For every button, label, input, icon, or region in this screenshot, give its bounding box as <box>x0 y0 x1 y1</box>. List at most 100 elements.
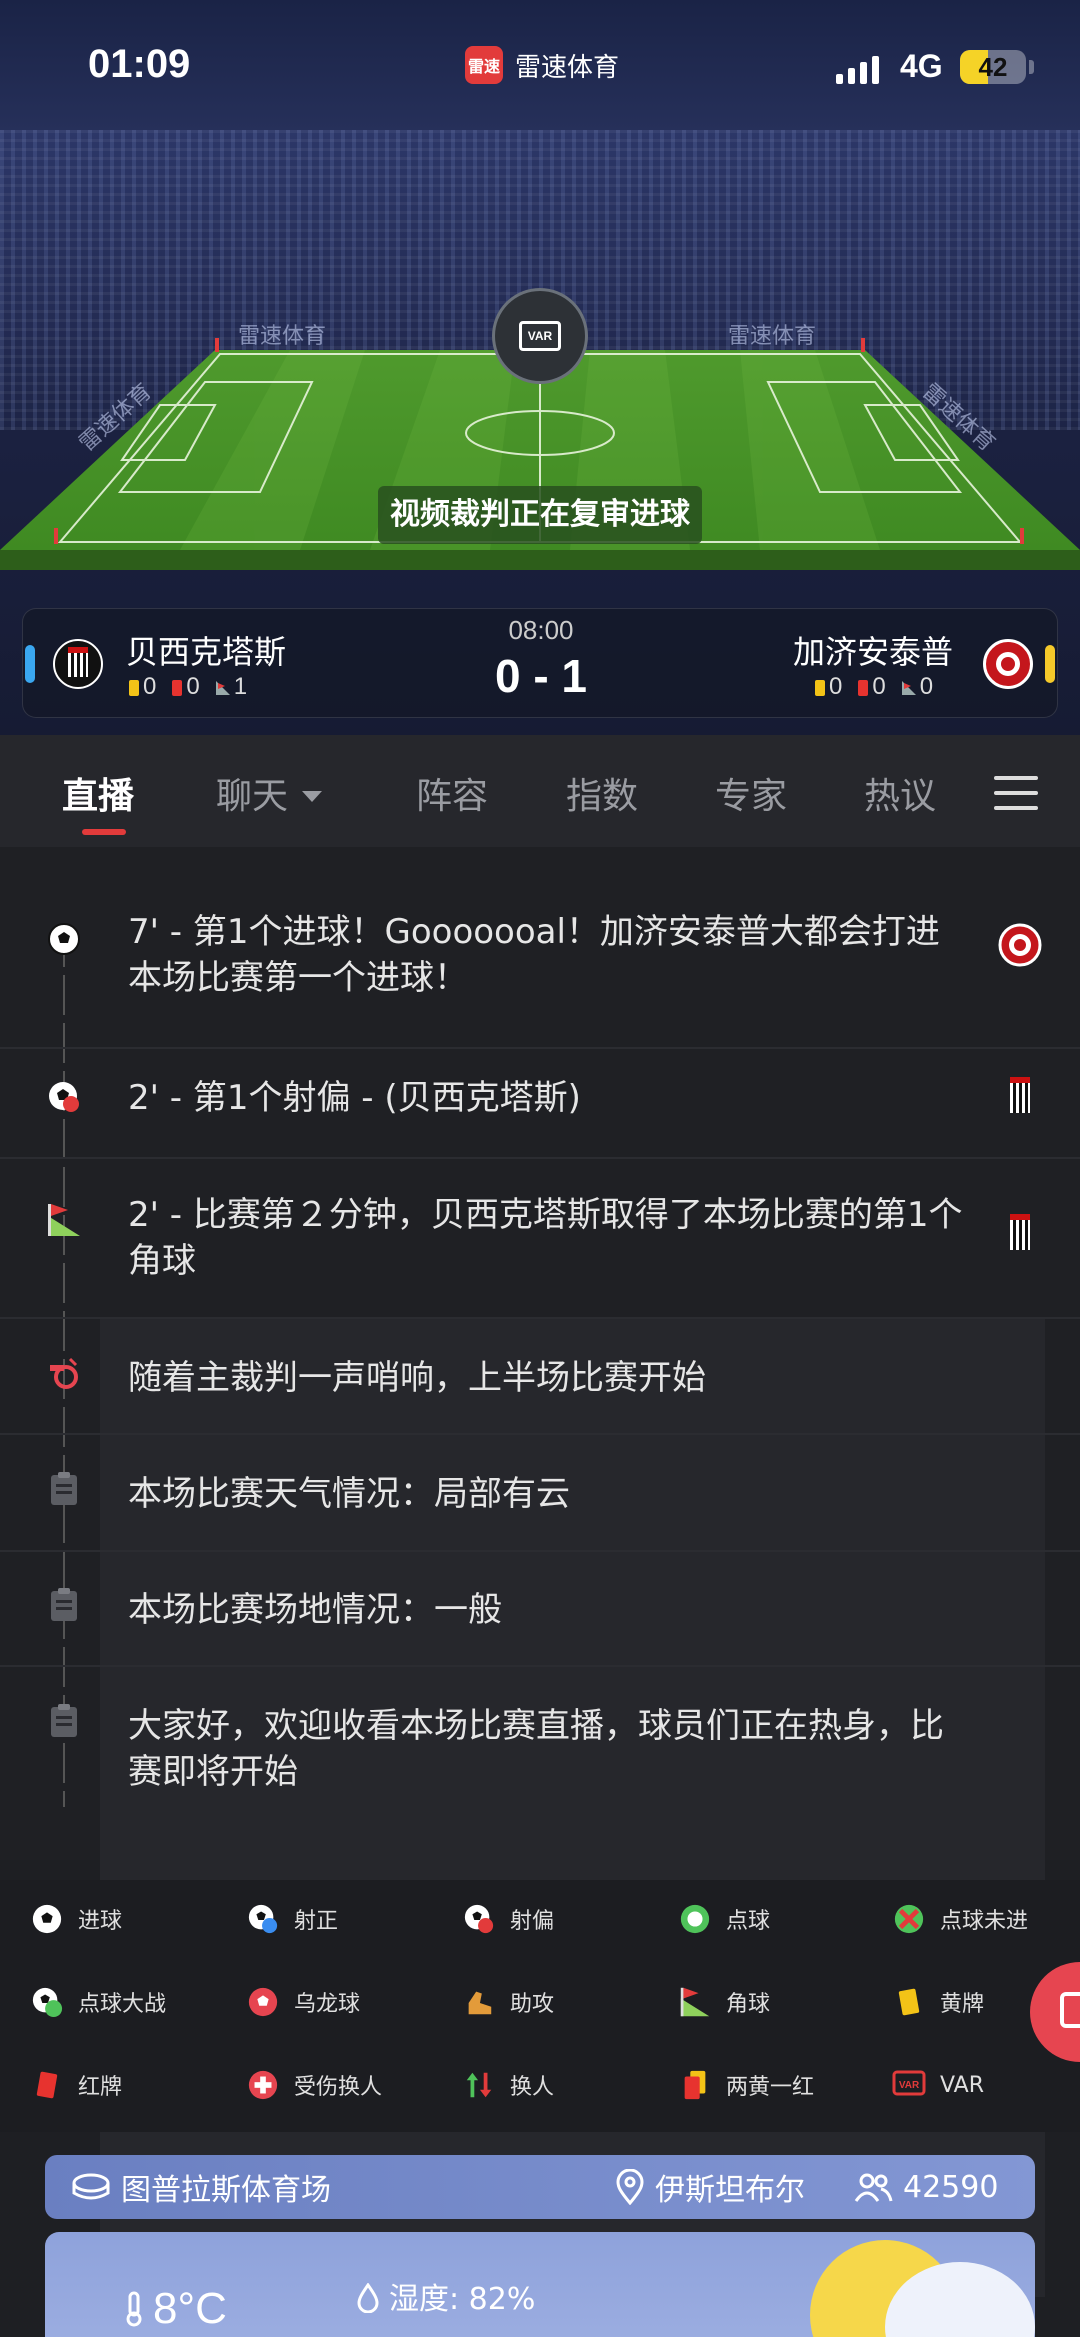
away-team-logo-icon <box>983 639 1033 689</box>
own-goal-icon <box>246 1985 280 2019</box>
injury-sub-icon <box>246 2068 280 2102</box>
people-icon <box>854 2173 893 2202</box>
red-card-icon <box>30 2068 64 2102</box>
legend-item: 射正 <box>246 1902 338 1936</box>
app-logo-icon: 雷速 <box>465 46 503 84</box>
feed-item-text: 本场比赛场地情况：一般 <box>128 1590 502 1630</box>
event-legend: 进球 射正 射偏 点球 点球未进 点球大战 乌龙球 助攻 角球 黄牌 红牌 受伤… <box>0 1880 1080 2132</box>
scoreboard[interactable]: 贝西克塔斯 0 0 1 08:00 0 - 1 加济安泰普 0 0 0 <box>22 608 1058 718</box>
legend-label: 点球未进 <box>940 1909 1029 1934</box>
active-tab-indicator <box>82 829 126 835</box>
tab-live[interactable]: 直播 <box>62 767 134 819</box>
app-indicator: 雷速 雷速体育 <box>465 46 619 84</box>
legend-item: 受伤换人 <box>246 2068 382 2102</box>
location-pin-icon <box>616 2169 644 2205</box>
network-type: 4G <box>900 48 943 84</box>
clipboard-icon <box>44 1469 84 1509</box>
substitution-icon <box>462 2068 496 2102</box>
legend-label: 射偏 <box>510 1909 555 1934</box>
corner-flag-icon <box>44 1200 84 1240</box>
tab-experts[interactable]: 专家 <box>715 767 787 819</box>
penalty-missed-icon <box>892 1902 926 1936</box>
legend-item: 助攻 <box>462 1985 554 2019</box>
assist-boot-icon <box>462 1985 496 2019</box>
ad-board: 雷速体育 <box>728 324 817 349</box>
feed-item: 2' - 第1个射偏 - (贝西克塔斯) <box>0 1075 1080 1135</box>
home-team-logo-icon <box>998 1212 1042 1256</box>
away-yellow-count: 0 <box>815 673 842 701</box>
weather-card: 8°C 湿度: 82% <box>45 2232 1035 2337</box>
capacity: 42590 <box>903 2169 999 2205</box>
ball-icon <box>44 919 84 959</box>
divider <box>0 1665 1080 1667</box>
legend-item: 乌龙球 <box>246 1985 360 2019</box>
live-feed: 7' - 第1个进球！Gooooooal！加济安泰普大都会打进本场比赛第一个进球… <box>0 847 1080 2297</box>
feed-item-text: 大家好，欢迎收看本场比赛直播，球员们正在热身，比赛即将开始 <box>128 1706 944 1792</box>
legend-label: 助攻 <box>510 1992 555 2017</box>
tab-odds[interactable]: 指数 <box>566 767 638 819</box>
ad-board: 雷速体育 <box>238 324 327 349</box>
thermometer-icon <box>126 2291 142 2327</box>
legend-label: 乌龙球 <box>294 1992 361 2017</box>
legend-label: 进球 <box>78 1909 123 1934</box>
app-screen: { "status": {"time": "01:09", "app_name"… <box>0 0 1080 2337</box>
feed-item-text: 随着主裁判一声哨响，上半场比赛开始 <box>128 1358 706 1398</box>
stadium-icon <box>72 2173 110 2200</box>
legend-item: 点球 <box>678 1902 770 1936</box>
svg-text:VAR: VAR <box>899 2080 920 2091</box>
legend-label: VAR <box>940 2072 984 2098</box>
feed-item-text: 本场比赛天气情况：局部有云 <box>128 1474 570 1514</box>
legend-item: 点球大战 <box>30 1985 166 2019</box>
var-review-badge: VAR <box>492 288 588 384</box>
app-name: 雷速体育 <box>515 52 620 83</box>
feed-item: 7' - 第1个进球！Gooooooal！加济安泰普大都会打进本场比赛第一个进球… <box>0 909 1080 1017</box>
battery-tip <box>1029 60 1034 74</box>
divider <box>0 1047 1080 1049</box>
feed-item: 本场比赛场地情况：一般 <box>0 1581 1080 1641</box>
legend-label: 角球 <box>726 1992 771 2017</box>
humidity: 湿度: 82% <box>355 2274 535 2318</box>
legend-label: 黄牌 <box>940 1992 985 2017</box>
tab-discussion[interactable]: 热议 <box>864 767 936 819</box>
legend-item: 红牌 <box>30 2068 122 2102</box>
legend-label: 受伤换人 <box>294 2075 383 2100</box>
feed-item: 大家好，欢迎收看本场比赛直播，球员们正在热身，比赛即将开始 <box>0 1697 1080 1797</box>
away-team-logo-icon <box>998 923 1042 967</box>
home-team-logo-icon <box>998 1075 1042 1119</box>
status-bar: 01:09 雷速 雷速体育 4G 42 <box>0 0 1080 130</box>
var-icon: VAR <box>892 2068 926 2102</box>
divider <box>0 1433 1080 1435</box>
away-red-count: 0 <box>858 673 886 701</box>
legend-label: 两黄一红 <box>726 2075 815 2100</box>
chevron-down-icon <box>302 791 323 802</box>
legend-label: 射正 <box>294 1909 339 1934</box>
corner-flag-icon <box>678 1985 712 2019</box>
capacity-info: 42590 <box>853 2170 998 2205</box>
menu-icon[interactable] <box>994 776 1038 812</box>
signal-icon <box>836 54 879 84</box>
tab-lineup[interactable]: 阵容 <box>416 767 488 819</box>
legend-item: VAR VAR <box>892 2068 984 2102</box>
legend-label: 点球大战 <box>78 1992 167 2017</box>
legend-label: 换人 <box>510 2075 555 2100</box>
shootout-icon <box>30 1985 64 2019</box>
divider <box>0 1550 1080 1552</box>
clock: 01:09 <box>88 42 191 86</box>
city-name: 伊斯坦布尔 <box>655 2173 805 2208</box>
yellow-card-icon <box>892 1985 926 2019</box>
shot-off-target-icon <box>44 1077 84 1117</box>
clipboard-icon <box>44 1585 84 1625</box>
legend-item: 射偏 <box>462 1902 554 1936</box>
legend-label: 红牌 <box>78 2075 123 2100</box>
stadium-info: 图普拉斯体育场 <box>71 2165 331 2209</box>
away-corner-count: 0 <box>901 673 933 701</box>
away-team-stats: 0 0 0 <box>815 673 933 701</box>
tab-chat[interactable]: 聊天 <box>216 767 323 819</box>
legend-item: 角球 <box>678 1985 770 2019</box>
feed-item: 2' - 比赛第２分钟，贝西克塔斯取得了本场比赛的第1个角球 <box>0 1192 1080 1292</box>
whistle-icon <box>44 1353 84 1393</box>
legend-item: 换人 <box>462 2068 554 2102</box>
edit-icon <box>1060 1992 1080 2028</box>
stadium-header: 雷速体育 雷速体育 雷速体育 雷速体育 VAR 视频裁判正在复审进球 01:09… <box>0 0 1080 735</box>
divider <box>0 1157 1080 1159</box>
